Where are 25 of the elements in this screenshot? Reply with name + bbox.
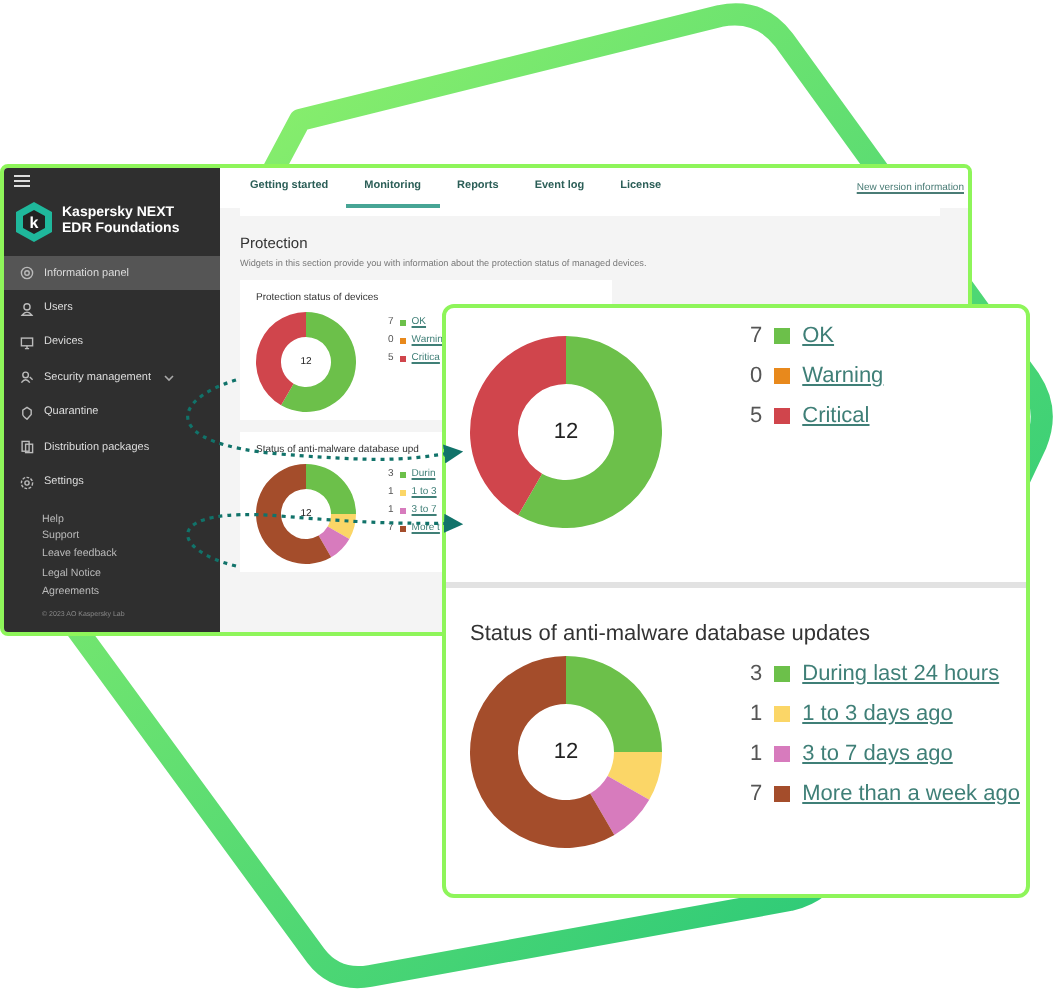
legend-link[interactable]: Critical	[802, 402, 870, 430]
legend-count: 1	[750, 700, 763, 728]
monitor-icon	[20, 335, 34, 350]
dashboard-icon	[20, 266, 34, 281]
widget-title: Status of anti-malware database updates	[470, 622, 872, 646]
shield-icon	[20, 405, 34, 420]
settings-icon	[20, 475, 34, 490]
total-count: 12	[553, 740, 579, 764]
package-icon	[20, 440, 34, 455]
menu-icon[interactable]	[14, 174, 30, 188]
legend-count: 0	[750, 362, 763, 390]
legend-link[interactable]: OK	[802, 322, 835, 350]
legend-link[interactable]: 1 to 3 days ago	[802, 700, 953, 728]
legend-count: 1	[750, 740, 763, 768]
logo-icon: k	[14, 200, 54, 244]
person-icon	[20, 301, 34, 316]
legend-link[interactable]: Warning	[802, 362, 884, 390]
legend-link[interactable]: During last 24 hours	[802, 660, 1000, 688]
legend-count: 7	[750, 322, 763, 350]
legend-link[interactable]: More than a week ago	[802, 780, 1020, 808]
legend-link[interactable]: 3 to 7 days ago	[802, 740, 953, 768]
legend-count: 7	[750, 780, 763, 808]
total-count: 12	[553, 420, 579, 444]
legend-count: 5	[750, 402, 763, 430]
legend-count: 3	[750, 660, 763, 688]
